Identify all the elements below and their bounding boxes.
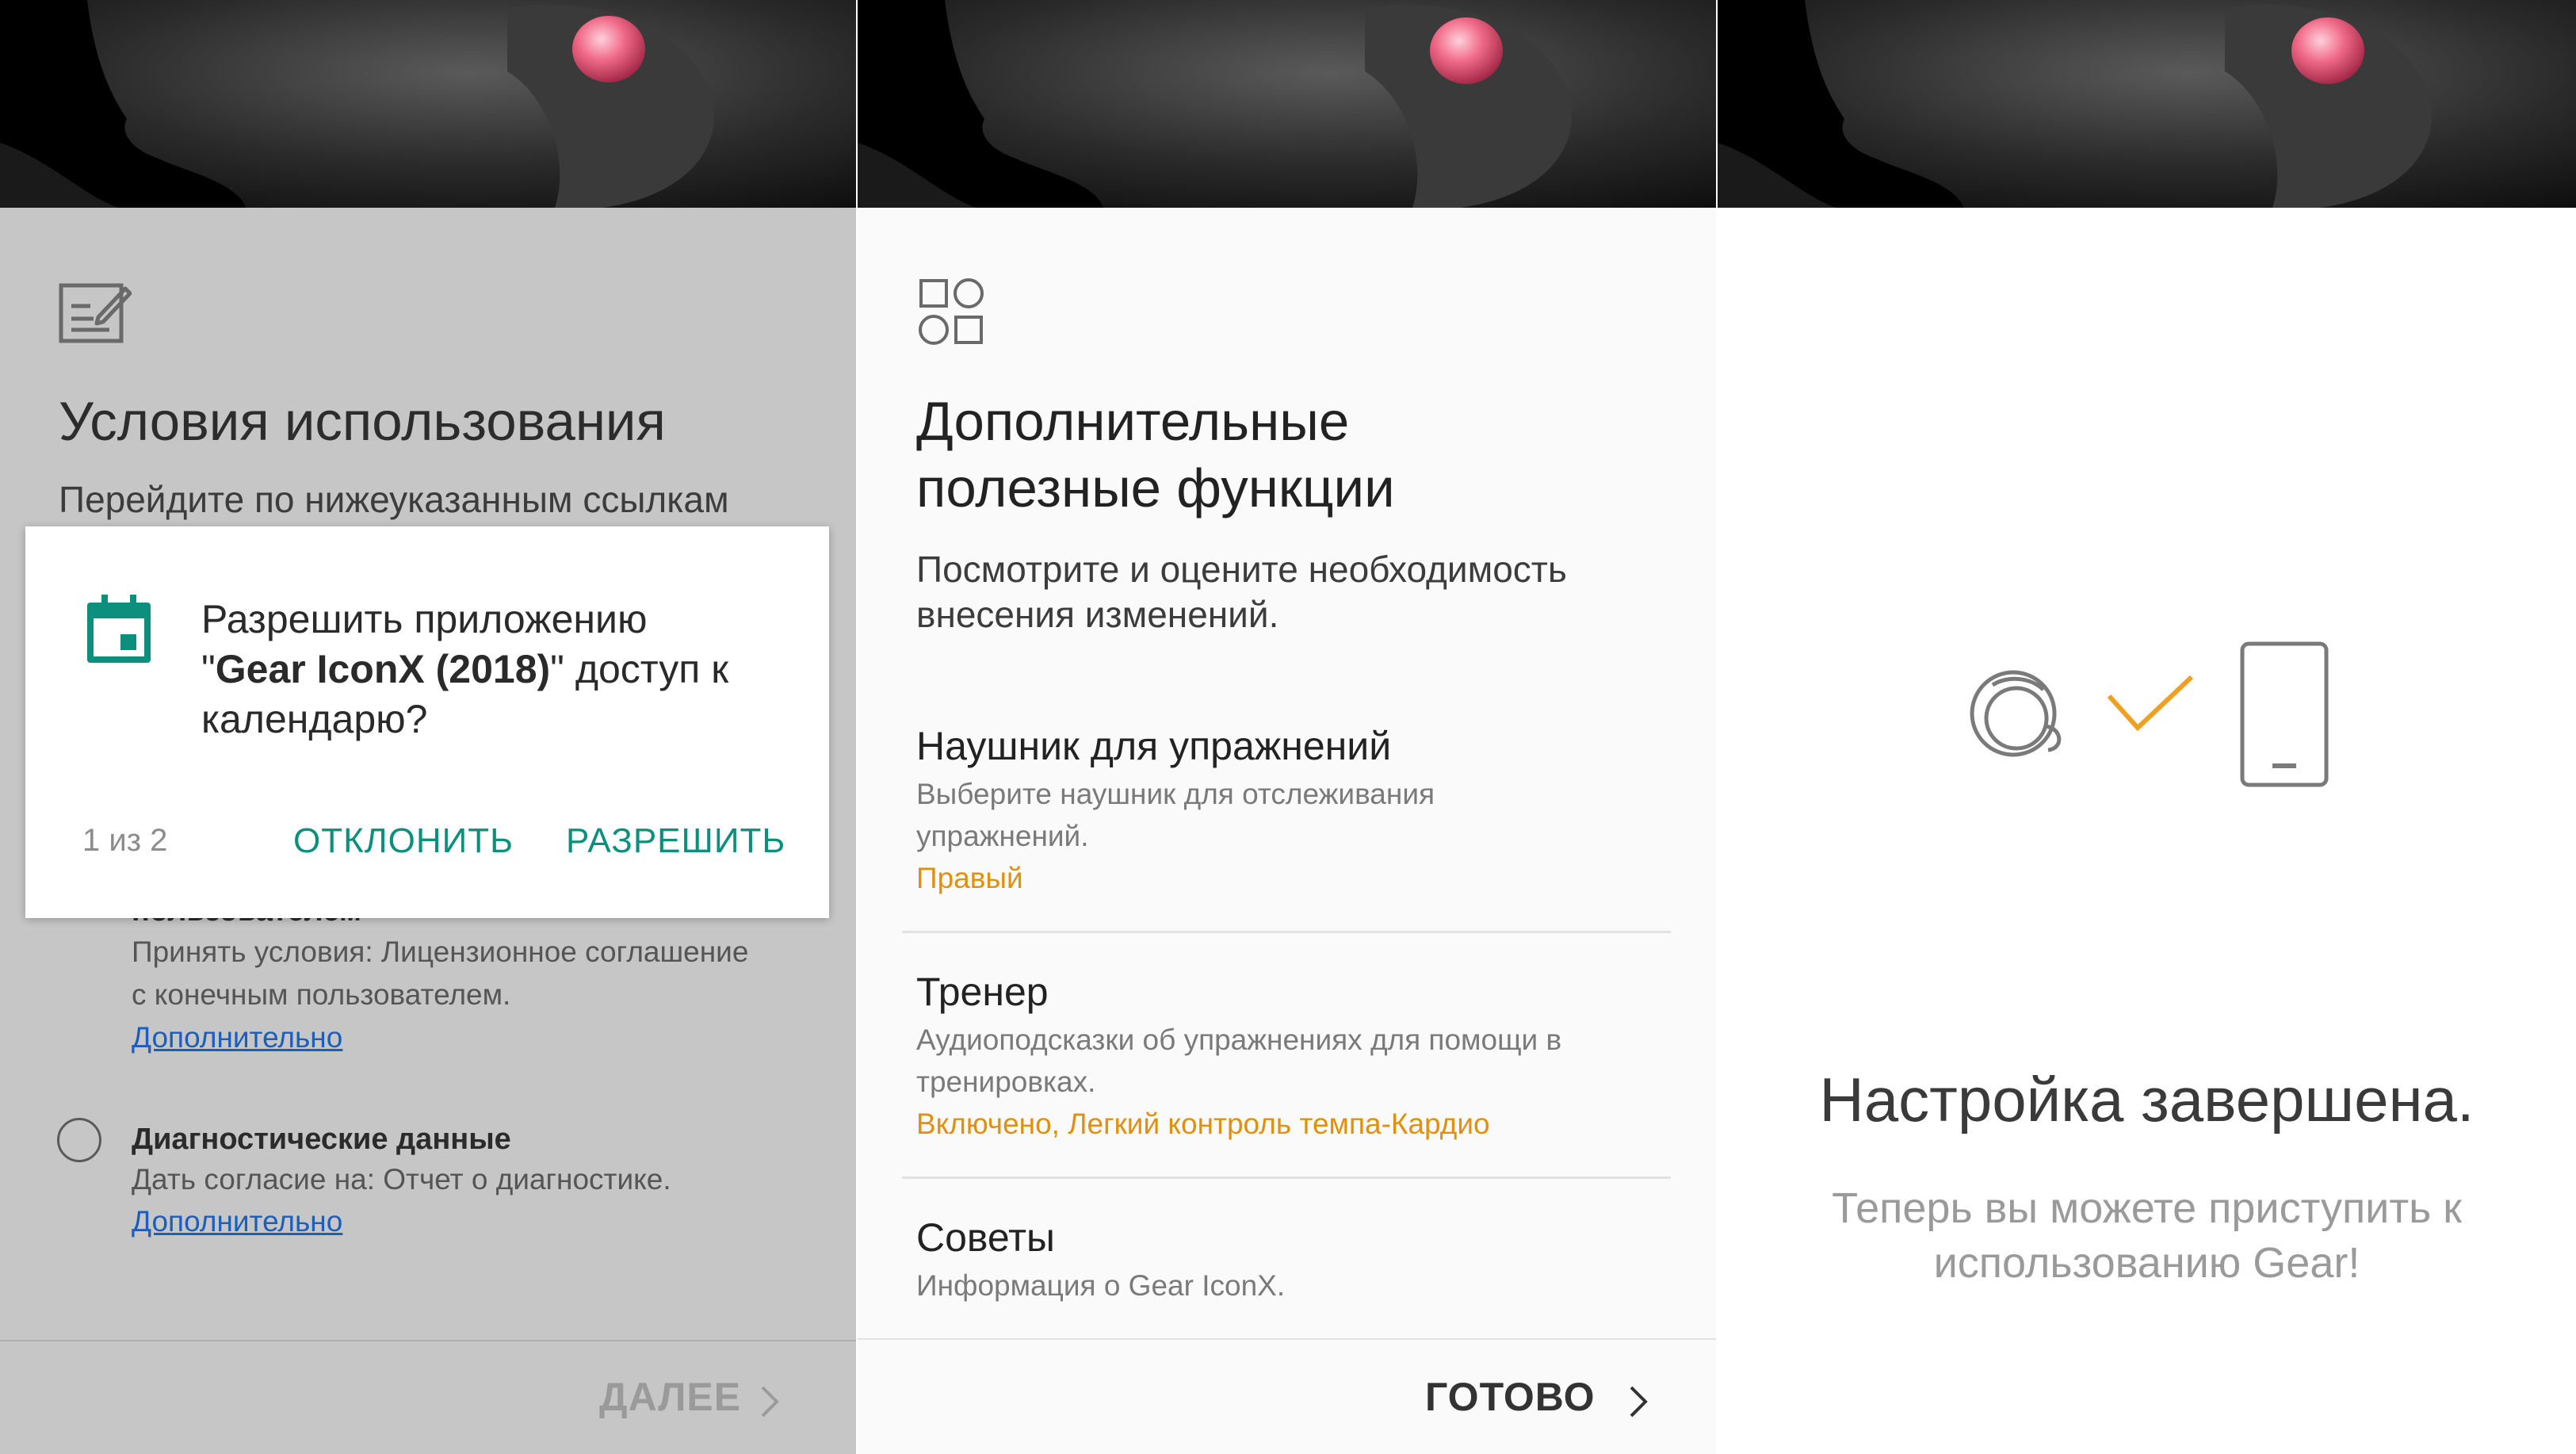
divider xyxy=(902,931,1671,933)
list-item-value: Правый xyxy=(916,862,1023,894)
features-panel: Дополнительные полезные функции Посмотри… xyxy=(858,0,1716,1454)
eula-description: Принять условия: Лицензионное соглашение xyxy=(132,936,749,968)
page-title-line2: полезные функции xyxy=(916,457,1395,518)
hero-photo xyxy=(858,0,1716,208)
done-label: ГОТОВО xyxy=(1425,1375,1596,1419)
list-item-title: Наушник для упражнений xyxy=(916,724,1392,768)
allow-button[interactable]: РАЗРЕШИТЬ xyxy=(566,821,785,861)
list-item-desc: Выберите наушник для отслеживания xyxy=(916,778,1435,810)
list-item-desc-line2: тренировках. xyxy=(916,1066,1096,1098)
list-item-tips[interactable]: Советы Информация о Gear IconX. xyxy=(858,1205,1716,1332)
page-title: Настройка завершена. xyxy=(1819,1065,2475,1135)
earbud-icon xyxy=(1970,670,2062,757)
apps-grid-icon xyxy=(919,278,984,345)
diagnostics-title: Диагностические данные xyxy=(132,1123,511,1156)
page-subtitle: Теперь вы можете приступить к использова… xyxy=(1832,1184,2462,1287)
chevron-right-icon xyxy=(1630,1386,1648,1418)
page-subtitle: Перейдите по нижеуказанным ссылкам xyxy=(59,479,729,520)
chevron-right-icon xyxy=(761,1386,779,1418)
list-item-desc: Аудиоподсказки об упражнениях для помощи… xyxy=(916,1024,1562,1056)
phone-icon xyxy=(2240,641,2329,787)
list-item-value: Включено, Легкий контроль темпа-Кардио xyxy=(916,1108,1490,1140)
list-item-desc: Информация о Gear IconX. xyxy=(916,1269,1286,1302)
calendar-icon xyxy=(87,595,151,663)
hero-photo xyxy=(1718,0,2576,208)
next-label: ДАЛЕЕ xyxy=(599,1375,742,1419)
page-title: Дополнительные xyxy=(916,391,1350,452)
diagnostics-radio[interactable] xyxy=(57,1118,101,1162)
done-button[interactable]: ГОТОВО xyxy=(1425,1362,1687,1437)
dialog-counter: 1 из 2 xyxy=(82,823,168,858)
hero-photo xyxy=(0,0,856,208)
list-item-coach[interactable]: Тренер Аудиоподсказки об упражнениях для… xyxy=(858,959,1716,1173)
diagnostics-description: Дать согласие на: Отчет о диагностике. xyxy=(132,1163,671,1196)
next-button[interactable]: ДАЛЕЕ xyxy=(587,1362,801,1437)
dialog-message-line3: календарю? xyxy=(201,697,428,741)
terms-panel: Условия использования Перейдите по нижеу… xyxy=(0,0,856,1454)
setup-complete-panel: Настройка завершена. Теперь вы можете пр… xyxy=(1718,0,2576,1454)
earbud-image xyxy=(2291,17,2364,84)
earbud-image xyxy=(572,16,645,82)
permission-dialog: Разрешить приложению "Gear IconX (2018)"… xyxy=(25,526,829,918)
list-item-title: Тренер xyxy=(916,970,1049,1014)
page-subtitle-line2: внесения изменений. xyxy=(916,594,1279,635)
app-name: Gear IconX (2018) xyxy=(215,647,551,691)
eula-description-line2: с конечным пользователем. xyxy=(132,978,511,1011)
page-subtitle: Посмотрите и оцените необходимость xyxy=(916,549,1567,590)
divider xyxy=(902,1177,1671,1179)
eula-more-link[interactable]: Дополнительно xyxy=(132,1021,342,1054)
page-title: Условия использования xyxy=(59,391,666,452)
dialog-message-line2: "Gear IconX (2018)" доступ к xyxy=(201,647,729,691)
deny-button[interactable]: ОТКЛОНИТЬ xyxy=(293,821,514,861)
edit-document-icon xyxy=(59,283,132,343)
checkmark-icon xyxy=(2107,675,2194,732)
earbud-image xyxy=(1430,17,1503,84)
dialog-message-line1: Разрешить приложению xyxy=(201,597,648,641)
list-item-title: Советы xyxy=(916,1215,1055,1260)
list-item-exercise-earbud[interactable]: Наушник для упражнений Выберите наушник … xyxy=(858,714,1716,928)
list-item-desc-line2: упражнений. xyxy=(916,820,1089,852)
diagnostics-more-link[interactable]: Дополнительно xyxy=(132,1205,342,1238)
